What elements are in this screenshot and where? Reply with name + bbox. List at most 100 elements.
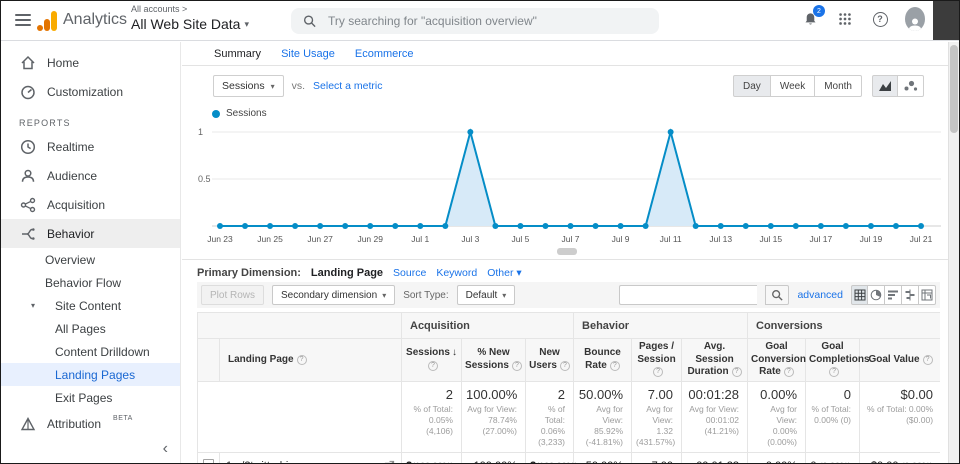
global-search[interactable] bbox=[291, 8, 659, 34]
secondary-dimension-button[interactable]: Secondary dimension ▾ bbox=[272, 285, 395, 305]
chart-point[interactable] bbox=[342, 223, 348, 229]
chart-point[interactable] bbox=[292, 223, 298, 229]
sidebar-item-customization[interactable]: Customization bbox=[1, 77, 180, 106]
help-icon[interactable]: ? bbox=[653, 367, 663, 377]
column-header-goal-conversion-rate[interactable]: Goal Conversion Rate? bbox=[748, 339, 806, 382]
sidebar-item-all-pages[interactable]: All Pages bbox=[1, 317, 180, 340]
chart-point[interactable] bbox=[517, 223, 523, 229]
help-icon[interactable]: ? bbox=[512, 361, 522, 371]
column-header-goal-completions[interactable]: Goal Completions? bbox=[806, 339, 860, 382]
dimension-source[interactable]: Source bbox=[393, 267, 426, 279]
chart-point[interactable] bbox=[668, 129, 674, 135]
dimension-keyword[interactable]: Keyword bbox=[436, 267, 477, 279]
menu-icon[interactable] bbox=[15, 14, 31, 26]
performance-view-button[interactable] bbox=[885, 285, 902, 305]
chart-point[interactable] bbox=[317, 223, 323, 229]
chart-point[interactable] bbox=[693, 223, 699, 229]
chart-point[interactable] bbox=[893, 223, 899, 229]
plot-rows-button[interactable]: Plot Rows bbox=[201, 285, 264, 305]
chart-point[interactable] bbox=[768, 223, 774, 229]
column-header-new-users[interactable]: New Users? bbox=[526, 339, 574, 382]
comparison-view-button[interactable] bbox=[902, 285, 919, 305]
column-header-landing-page[interactable]: Landing Page? bbox=[220, 339, 402, 382]
account-avatar[interactable] bbox=[905, 9, 925, 29]
chart-point[interactable] bbox=[392, 223, 398, 229]
sidebar-item-site-content[interactable]: ▾ Site Content bbox=[1, 294, 180, 317]
chart-point[interactable] bbox=[818, 223, 824, 229]
chart-point[interactable] bbox=[442, 223, 448, 229]
help-icon[interactable]: ? bbox=[610, 361, 620, 371]
apps-grid-button[interactable] bbox=[835, 9, 855, 29]
help-icon[interactable]: ? bbox=[560, 361, 570, 371]
column-header-bounce-rate[interactable]: Bounce Rate? bbox=[574, 339, 632, 382]
pivot-view-button[interactable] bbox=[919, 285, 936, 305]
chart-point[interactable] bbox=[367, 223, 373, 229]
granularity-month-button[interactable]: Month bbox=[815, 75, 862, 97]
chart-point[interactable] bbox=[643, 223, 649, 229]
chart-point[interactable] bbox=[568, 223, 574, 229]
data-view-button[interactable] bbox=[851, 285, 868, 305]
percentage-view-button[interactable] bbox=[868, 285, 885, 305]
tab-site-usage[interactable]: Site Usage bbox=[281, 48, 335, 60]
sidebar-item-audience[interactable]: Audience bbox=[1, 161, 180, 190]
dimension-landing-page[interactable]: Landing Page bbox=[311, 267, 383, 279]
granularity-day-button[interactable]: Day bbox=[733, 75, 771, 97]
sidebar-item-realtime[interactable]: Realtime bbox=[1, 132, 180, 161]
sidebar-item-exit-pages[interactable]: Exit Pages bbox=[1, 386, 180, 409]
motion-chart-button[interactable] bbox=[898, 75, 924, 97]
column-header-new-sessions[interactable]: % New Sessions? bbox=[462, 339, 526, 382]
column-header-avg-session-duration[interactable]: Avg. Session Duration? bbox=[682, 339, 748, 382]
sidebar-collapse-button[interactable]: ‹ bbox=[163, 441, 168, 457]
help-icon[interactable]: ? bbox=[829, 367, 839, 377]
granularity-week-button[interactable]: Week bbox=[771, 75, 815, 97]
help-icon[interactable]: ? bbox=[784, 367, 794, 377]
sidebar-item-acquisition[interactable]: Acquisition bbox=[1, 190, 180, 219]
sidebar-item-attribution[interactable]: Attribution BETA bbox=[1, 409, 180, 438]
chart-point[interactable] bbox=[217, 223, 223, 229]
tab-summary[interactable]: Summary bbox=[214, 48, 261, 60]
sidebar-item-home[interactable]: Home bbox=[1, 48, 180, 77]
chart-point[interactable] bbox=[417, 223, 423, 229]
help-button[interactable]: ? bbox=[870, 9, 890, 29]
table-search-button[interactable] bbox=[765, 285, 789, 305]
landing-page-link[interactable]: /?twitterbio= bbox=[241, 460, 378, 463]
sidebar-item-behavior[interactable]: Behavior bbox=[1, 219, 180, 248]
help-icon[interactable]: ? bbox=[428, 361, 438, 371]
chart-point[interactable] bbox=[492, 223, 498, 229]
help-icon[interactable]: ? bbox=[297, 355, 307, 365]
chart-point[interactable] bbox=[918, 223, 924, 229]
content-hscrollbar-thumb[interactable] bbox=[557, 248, 577, 255]
help-icon[interactable]: ? bbox=[923, 355, 933, 365]
sidebar-item-content-drilldown[interactable]: Content Drilldown bbox=[1, 340, 180, 363]
chart-point[interactable] bbox=[593, 223, 599, 229]
global-search-input[interactable] bbox=[326, 13, 647, 29]
help-icon[interactable]: ? bbox=[732, 367, 742, 377]
row-checkbox[interactable] bbox=[203, 459, 214, 463]
sidebar-item-landing-pages[interactable]: Landing Pages bbox=[1, 363, 180, 386]
chart-point[interactable] bbox=[267, 223, 273, 229]
table-search-input[interactable] bbox=[619, 285, 757, 305]
chart-point[interactable] bbox=[868, 223, 874, 229]
advanced-link[interactable]: advanced bbox=[797, 289, 843, 301]
chart-point[interactable] bbox=[618, 223, 624, 229]
chart-point[interactable] bbox=[718, 223, 724, 229]
chart-point[interactable] bbox=[793, 223, 799, 229]
sidebar-item-overview[interactable]: Overview bbox=[1, 248, 180, 271]
chart-point[interactable] bbox=[843, 223, 849, 229]
select-metric-link[interactable]: Select a metric bbox=[313, 80, 382, 92]
page-scrollbar[interactable] bbox=[948, 42, 959, 463]
column-header-pages-session[interactable]: Pages / Session? bbox=[632, 339, 682, 382]
sort-type-button[interactable]: Default ▾ bbox=[457, 285, 516, 305]
metric-selector-dropdown[interactable]: Sessions ▾ bbox=[213, 75, 284, 97]
notifications-button[interactable]: 2 bbox=[800, 9, 820, 29]
column-header-goal-value[interactable]: Goal Value? bbox=[860, 339, 940, 382]
page-scrollbar-thumb[interactable] bbox=[950, 45, 958, 133]
chart-point[interactable] bbox=[542, 223, 548, 229]
tab-ecommerce[interactable]: Ecommerce bbox=[355, 48, 414, 60]
external-link-icon[interactable] bbox=[384, 460, 395, 463]
sidebar-item-behavior-flow[interactable]: Behavior Flow bbox=[1, 271, 180, 294]
chart-point[interactable] bbox=[743, 223, 749, 229]
line-chart-button[interactable] bbox=[872, 75, 898, 97]
account-selector[interactable]: All accounts > All Web Site Data ▾ bbox=[131, 5, 249, 31]
chart-point[interactable] bbox=[467, 129, 473, 135]
